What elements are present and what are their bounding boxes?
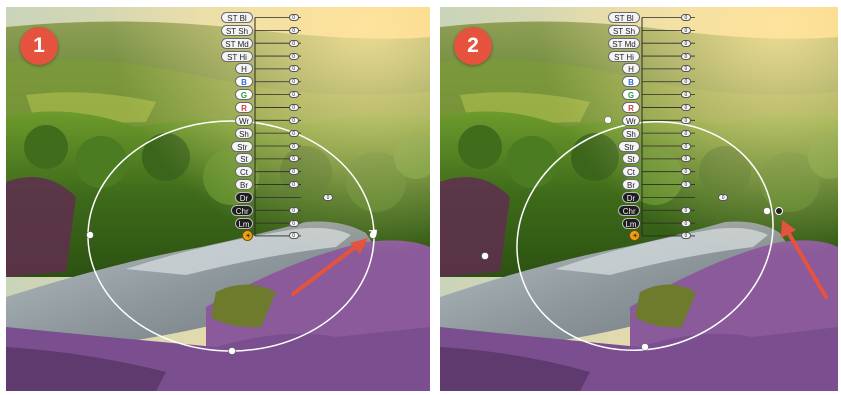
adjustment-pill[interactable]: ST Sh [608, 24, 640, 36]
mask-handle-top[interactable] [604, 116, 612, 124]
adjustment-pill[interactable]: ST Hi [221, 50, 253, 62]
slider-value[interactable]: 0 [680, 155, 691, 163]
mask-handle-right[interactable] [763, 207, 771, 215]
slider-value[interactable]: 0 [680, 168, 691, 176]
adjustment-pill[interactable]: ST Bl [608, 12, 640, 23]
adjustment-pill[interactable]: ST Md [608, 37, 640, 49]
slider-value[interactable]: 0 [680, 14, 691, 21]
slider-value[interactable]: 0 [680, 181, 691, 189]
slider-value[interactable]: 0 [680, 142, 691, 150]
slider-value[interactable]: 0 [680, 78, 691, 86]
slider-value[interactable]: 0 [680, 91, 691, 99]
adjustment-pill[interactable]: B [235, 76, 253, 88]
adjustment-pill[interactable]: Br [235, 179, 253, 191]
adjustment-pill[interactable]: B [622, 76, 640, 88]
slider-value[interactable]: 0 [288, 181, 299, 189]
adjustment-pill[interactable]: Lm [622, 217, 640, 229]
slider-value[interactable]: 0 [288, 103, 299, 111]
slider-value[interactable]: 0 [680, 129, 691, 137]
slider-value[interactable]: 0 [680, 26, 691, 34]
slider-value[interactable]: 0 [718, 193, 729, 201]
slider-value[interactable]: 0 [288, 219, 299, 227]
mask-handle-bottom[interactable] [228, 347, 236, 355]
red-arrow-icon [291, 243, 360, 296]
slider-value[interactable]: 0 [680, 116, 691, 124]
adjustment-pill[interactable]: Dr [235, 191, 253, 203]
adjustment-pill[interactable]: Br [622, 179, 640, 191]
slider-value[interactable]: 0 [680, 103, 691, 111]
mask-overlay [86, 17, 377, 355]
adjustment-pill[interactable]: R [622, 101, 640, 113]
slider-value[interactable]: 0 [680, 206, 691, 214]
slider-value[interactable]: 0 [288, 142, 299, 150]
adjustment-tree [641, 17, 695, 237]
adjustment-pill[interactable]: R [235, 101, 253, 113]
slider-value[interactable]: 0 [680, 39, 691, 47]
slider-value[interactable]: 0 [680, 232, 691, 240]
rotate-handle-icon[interactable] [775, 207, 783, 215]
slider-value[interactable]: 0 [680, 219, 691, 227]
slider-value[interactable]: 0 [288, 91, 299, 99]
mask-handle-bottom[interactable] [641, 343, 649, 351]
slider-value[interactable]: 0 [288, 116, 299, 124]
adjustment-pill[interactable]: G [235, 89, 253, 101]
slider-value[interactable]: 0 [288, 168, 299, 176]
slider-value[interactable]: 0 [323, 193, 333, 201]
adjustment-pill[interactable]: Ct [235, 166, 253, 178]
slider-value[interactable]: 0 [288, 65, 299, 73]
slider-value[interactable]: 0 [288, 26, 299, 34]
adjustment-pill[interactable]: Ct [622, 166, 640, 178]
adjustment-pill[interactable]: ST Sh [221, 24, 253, 36]
slider-value[interactable]: 0 [288, 39, 299, 47]
adjustment-pill[interactable]: Wr [235, 114, 253, 126]
adjustment-pill[interactable]: Wr [622, 114, 640, 126]
adjustment-pill[interactable]: Dr [622, 191, 640, 203]
slider-value[interactable]: 0 [288, 155, 299, 163]
adjustment-pill[interactable]: ST Hi [608, 50, 640, 62]
adjustment-pill[interactable]: G [622, 89, 640, 101]
slider-value[interactable]: 0 [288, 52, 299, 60]
mask-handle-left[interactable] [481, 252, 489, 260]
adjustment-pill[interactable]: Chr [231, 204, 253, 216]
adjustment-pill[interactable]: St [235, 153, 253, 165]
step-badge: 1 [20, 27, 58, 65]
after-panel: 2 ST Bl 0 ST Sh 0 ST Md 0 ST Hi 0 H 0 B 0 G 0 R 0 Wr 0 Sh 0… [440, 7, 838, 391]
adjustment-pill[interactable]: Str [618, 140, 640, 152]
adjustment-pill[interactable]: Str [231, 140, 253, 152]
radial-mask-ellipse[interactable] [87, 120, 375, 352]
slider-value[interactable]: 0 [288, 78, 299, 86]
adjustment-pill[interactable]: Sh [235, 127, 253, 139]
adjustment-pill[interactable]: Chr [618, 204, 640, 216]
adjustment-pill[interactable]: H [235, 63, 253, 75]
slider-value[interactable]: 0 [288, 129, 299, 137]
adjustment-pill[interactable]: Lm [235, 217, 253, 229]
slider-value[interactable]: 0 [288, 206, 299, 214]
adjustment-pill[interactable]: St [622, 153, 640, 165]
red-arrow-head [350, 238, 368, 254]
slider-value[interactable]: 0 [288, 14, 299, 21]
slider-value[interactable]: 0 [680, 52, 691, 60]
red-arrow-icon [786, 230, 828, 299]
adjustment-pill[interactable]: ST Bl [221, 12, 253, 23]
adjustment-pill[interactable]: H [622, 63, 640, 75]
step-badge: 2 [454, 27, 492, 65]
mask-handle-left[interactable] [86, 231, 94, 239]
hand-cursor-icon: ☚ [368, 227, 378, 239]
slider-value[interactable]: 0 [288, 232, 299, 240]
slider-value[interactable]: 0 [680, 65, 691, 73]
adjustment-pill[interactable]: Sh [622, 127, 640, 139]
adjustment-pill[interactable]: ST Md [221, 37, 253, 49]
before-panel: ☚ 1 ST Bl 0 ST Sh 0 ST Md 0 ST Hi 0 H 0 B 0 G 0 R 0 Wr 0 S… [6, 7, 430, 391]
